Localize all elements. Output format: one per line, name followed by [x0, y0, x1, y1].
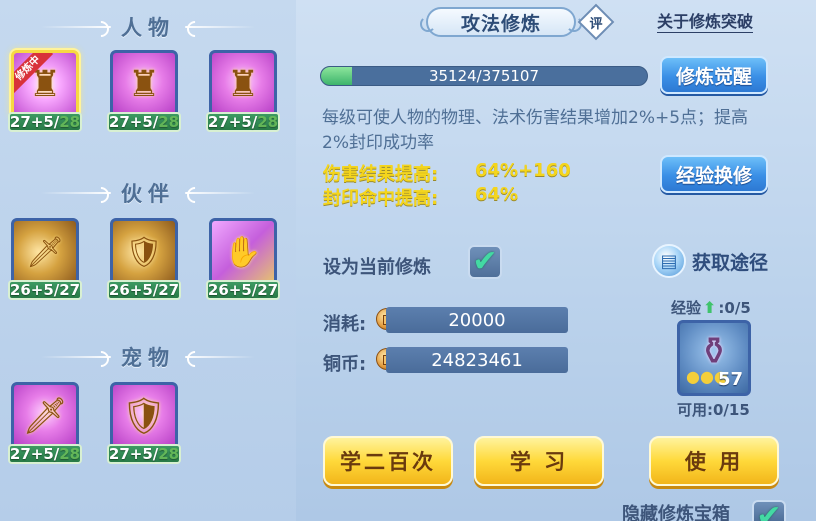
effect-value: 64%	[475, 184, 519, 205]
cat-shield-icon: 🛡	[110, 382, 178, 450]
item-count: 57	[717, 369, 743, 390]
hide-chest-checkbox[interactable]: ✔	[752, 500, 786, 521]
title-ornament-left	[41, 351, 111, 363]
lion-sword-icon: 🗡	[11, 218, 79, 286]
title-ornament-right	[185, 187, 255, 199]
lion-hand-icon: ✋	[209, 218, 277, 286]
learn-button[interactable]: 学 习	[474, 436, 604, 486]
awaken-button[interactable]: 修炼觉醒	[660, 56, 768, 94]
character-skill-slot-1[interactable]: ♜ 修炼中 27+5/28	[8, 50, 82, 132]
level-badge: 26+5/27	[107, 280, 181, 300]
get-path-label: 获取途径	[692, 251, 769, 274]
copper-label: 铜币:	[323, 354, 367, 375]
partner-skill-slot-1[interactable]: 🗡 26+5/27	[8, 218, 82, 300]
skill-list-panel: 人物 ♜ 修炼中 27+5/28 ♜ 27+5/28 ♜ 27+5/28 伙伴	[0, 0, 296, 521]
level-badge: 26+5/27	[8, 280, 82, 300]
effect-description: 每级可使人物的物理、法术伤害结果增加2%+5点；提高2%封印成功率	[322, 108, 749, 153]
lion-shield-icon: 🛡	[110, 218, 178, 286]
up-arrow-icon: ⬆	[703, 298, 717, 317]
level-badge: 27+5/28	[8, 444, 82, 464]
set-current-label: 设为当前修炼	[323, 257, 431, 278]
armored-warrior-icon: ♜	[209, 50, 277, 118]
level-badge: 27+5/28	[107, 112, 181, 132]
effect-label: 封印命中提高:	[323, 188, 439, 209]
get-path-button[interactable]: ▤ 获取途径	[652, 243, 768, 279]
exp-limit: 经验 ⬆:0/5	[671, 298, 751, 317]
hide-chest-label: 隐藏修炼宝箱	[622, 504, 730, 521]
consume-label: 消耗:	[323, 314, 367, 335]
cat-sword-icon: 🗡	[11, 382, 79, 450]
partner-skill-slot-3[interactable]: ✋ 26+5/27	[206, 218, 280, 300]
character-skill-slot-3[interactable]: ♜ 27+5/28	[206, 50, 280, 132]
character-skill-slot-2[interactable]: ♜ 27+5/28	[107, 50, 181, 132]
learn-200-button[interactable]: 学二百次	[323, 436, 453, 486]
effect-value: 64%+160	[475, 160, 571, 181]
title-ornament-right	[185, 351, 255, 363]
book-icon: ▤	[652, 244, 686, 278]
training-item-slot[interactable]: ⚱ ●●● 57	[677, 320, 751, 396]
section-title-character: 人物	[0, 12, 296, 42]
armored-warrior-icon: ♜ 修炼中	[11, 50, 79, 118]
section-label: 人物	[121, 16, 175, 40]
level-badge: 27+5/28	[8, 112, 82, 132]
page-title: 攻法修炼	[420, 7, 582, 37]
seal-bonus-row: 封印命中提高: 64%	[323, 184, 518, 210]
partner-skill-slot-2[interactable]: 🛡 26+5/27	[107, 218, 181, 300]
check-icon: ✔	[472, 244, 498, 279]
breakthrough-info-link[interactable]: 关于修炼突破	[657, 12, 754, 33]
exp-exchange-button[interactable]: 经验换修	[660, 155, 768, 193]
level-badge: 26+5/27	[206, 280, 280, 300]
title-ornament-left	[41, 187, 111, 199]
usable-count: 可用:0/15	[677, 401, 750, 419]
level-badge: 27+5/28	[107, 444, 181, 464]
pet-skill-slot-1[interactable]: 🗡 27+5/28	[8, 382, 82, 464]
set-current-checkbox[interactable]: ✔	[468, 245, 502, 279]
rate-badge[interactable]: 评	[577, 3, 615, 41]
exp-progress-text: 35124/375107	[428, 67, 540, 85]
section-title-partner: 伙伴	[0, 178, 296, 208]
pet-skill-slot-2[interactable]: 🛡 27+5/28	[107, 382, 181, 464]
armored-warrior-icon: ♜	[110, 50, 178, 118]
effect-label: 伤害结果提高:	[323, 164, 439, 185]
section-title-pet: 宠物	[0, 342, 296, 372]
title-ornament-left	[41, 21, 111, 33]
section-label: 宠物	[121, 346, 175, 370]
use-button[interactable]: 使 用	[649, 436, 779, 486]
check-icon: ✔	[756, 499, 782, 521]
damage-bonus-row: 伤害结果提高: 64%+160	[323, 160, 571, 186]
copper-value: 24823461	[386, 347, 568, 373]
exp-progress-bar: 35124/375107	[320, 66, 648, 86]
section-label: 伙伴	[121, 182, 175, 206]
level-badge: 27+5/28	[206, 112, 280, 132]
title-ornament-right	[185, 21, 255, 33]
consume-value: 20000	[386, 307, 568, 333]
